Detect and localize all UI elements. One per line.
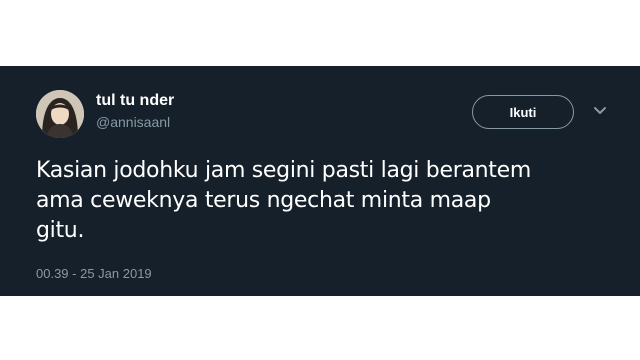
avatar-image: [36, 90, 84, 138]
chevron-down-icon[interactable]: [593, 106, 607, 116]
tweet-text: Kasian jodohku jam segini pasti lagi ber…: [36, 158, 531, 243]
tweet-timestamp[interactable]: 00.39 - 25 Jan 2019: [36, 266, 152, 281]
avatar[interactable]: [36, 90, 84, 138]
follow-button[interactable]: Ikuti: [472, 95, 574, 129]
follow-button-label: Ikuti: [509, 104, 537, 120]
tweet-card: tul tu nder @annisaanl Ikuti Kasian jodo…: [0, 66, 640, 296]
user-handle[interactable]: @annisaanl: [96, 114, 170, 130]
display-name[interactable]: tul tu nder: [96, 92, 174, 110]
